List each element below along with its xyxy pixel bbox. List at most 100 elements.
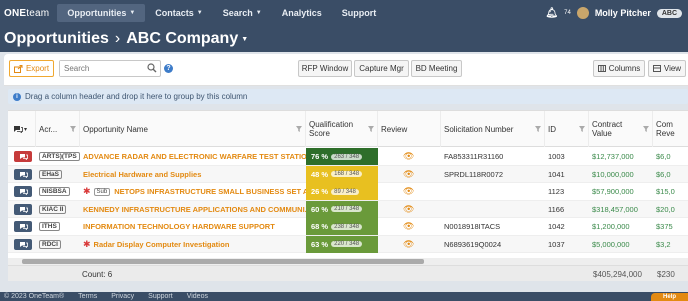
scrollbar-thumb[interactable] (22, 259, 424, 264)
avatar[interactable] (576, 7, 589, 19)
filter-icon[interactable] (368, 126, 374, 132)
header-qualification-score[interactable]: Qualification Score (306, 111, 378, 147)
nav-opportunities[interactable]: Opportunities ▼ (57, 4, 146, 22)
notification-count: 74 (564, 10, 571, 16)
comments-button[interactable] (14, 151, 32, 162)
nav-contacts[interactable]: Contacts ▼ (145, 4, 212, 22)
contract-value: $5,000,000 (592, 239, 630, 249)
star-icon: ✱ (83, 238, 91, 249)
privacy-link[interactable]: Privacy (111, 293, 134, 300)
solicitation-number: N0018918ITACS (444, 222, 501, 231)
eye-icon[interactable]: 👁︎ (403, 204, 414, 215)
comments-button[interactable] (14, 221, 32, 232)
table-row[interactable]: ARTS)(TPS ADVANCE RADAR AND ELECTRONIC WA… (8, 148, 688, 166)
grid-toolbar: Export ? RFP Window Capture Mgr BD Meeti… (4, 54, 688, 86)
qualification-score: 76 % 263 / 348 (306, 148, 378, 165)
help-button[interactable]: Help (651, 293, 688, 301)
app-logo[interactable]: ONEteam (4, 8, 49, 19)
acronym-tag: ITHS (39, 222, 60, 231)
contract-value: $12,737,000 (592, 152, 634, 161)
header-contract-value[interactable]: Contract Value (589, 111, 653, 147)
nav-analytics[interactable]: Analytics (272, 4, 332, 22)
qualification-score: 63 % 220 / 348 (306, 235, 378, 253)
grid-header: ▾ Acr... Opportunity Name Qualification … (8, 111, 688, 147)
opportunity-link[interactable]: ADVANCE RADAR AND ELECTRONIC WARFARE TES… (83, 152, 306, 161)
search-input[interactable] (60, 61, 142, 76)
columns-button[interactable]: Columns (593, 60, 645, 77)
table-row[interactable]: ITHS INFORMATION TECHNOLOGY HARDWARE SUPP… (8, 218, 688, 236)
terms-link[interactable]: Terms (78, 293, 97, 300)
table-row[interactable]: NISBSA ✱ Sub NETOPS INFRASTRUCTURE SMALL BU… (8, 183, 688, 201)
company-selector[interactable]: ABC Company (126, 30, 238, 48)
view-button[interactable]: View (648, 60, 686, 77)
export-icon (13, 64, 23, 73)
filter-icon[interactable] (579, 126, 585, 132)
chevron-down-icon[interactable]: ▼ (241, 36, 248, 43)
nav-support[interactable]: Support (332, 4, 387, 22)
qualification-score: 26 % 89 / 348 (306, 183, 378, 200)
group-drop-zone[interactable]: i Drag a column header and drop it here … (8, 89, 688, 104)
company-revenue: $375 (656, 222, 673, 231)
header-opportunity-name[interactable]: Opportunity Name (80, 111, 306, 147)
header-solicitation-number[interactable]: Solicitation Number (441, 111, 545, 147)
breadcrumb-separator: › (114, 30, 121, 47)
table-row[interactable]: RDCI ✱ Radar Display Computer Investigatio… (8, 235, 688, 253)
support-link[interactable]: Support (148, 293, 173, 300)
videos-link[interactable]: Videos (187, 293, 208, 300)
copyright: © 2023 OneTeam® (4, 293, 65, 300)
header-review[interactable]: Review (378, 111, 441, 147)
company-revenue: $3,2 (656, 239, 671, 249)
header-id[interactable]: ID (545, 111, 589, 147)
table-row[interactable]: KIAC II KENNEDY INFRASTRUCTURE APPLICATIO… (8, 200, 688, 218)
solicitation-number: SPRDL118R0072 (444, 169, 504, 179)
opportunity-link[interactable]: KENNEDY INFRASTRUCTURE APPLICATIONS AND … (83, 205, 306, 214)
rfp-window-button[interactable]: RFP Window (298, 60, 352, 77)
opportunity-id: 1123 (548, 187, 565, 196)
org-badge[interactable]: ABC (656, 8, 682, 18)
columns-icon (597, 65, 606, 72)
eye-icon[interactable]: 👁︎ (403, 186, 414, 197)
opportunity-link[interactable]: INFORMATION TECHNOLOGY HARDWARE SUPPORT (83, 222, 275, 231)
header-company-revenue[interactable]: Com Reve (653, 111, 688, 147)
bell-icon[interactable]: 🔔︎ (545, 8, 558, 19)
chat-icon (19, 171, 28, 178)
solicitation-number: N6893619Q0024 (444, 239, 502, 249)
table-row[interactable]: EHaS Electrical Hardware and Supplies 48 %… (8, 165, 688, 183)
group-hint-text: Drag a column header and drop it here to… (25, 92, 248, 101)
filter-icon[interactable] (70, 126, 76, 132)
horizontal-scrollbar[interactable] (8, 258, 688, 265)
filter-icon[interactable] (643, 126, 649, 132)
nav-search[interactable]: Search ▼ (213, 4, 272, 22)
opportunity-link[interactable]: Radar Display Computer Investigation (94, 240, 230, 249)
export-button[interactable]: Export (9, 60, 54, 77)
company-revenue: $15,0 (656, 187, 675, 196)
capture-mgr-button[interactable]: Capture Mgr (354, 60, 409, 77)
help-icon[interactable]: ? (164, 64, 173, 73)
comments-button[interactable] (14, 186, 32, 197)
qualification-score: 48 % 168 / 348 (306, 165, 378, 183)
opportunity-link[interactable]: NETOPS INFRASTRUCTURE SMALL BUSINESS SET… (114, 187, 306, 196)
user-name[interactable]: Molly Pitcher (595, 8, 651, 18)
opportunity-id: 1166 (548, 204, 565, 214)
opportunity-link[interactable]: Electrical Hardware and Supplies (83, 170, 201, 179)
eye-icon[interactable]: 👁︎ (403, 221, 414, 232)
header-acronym[interactable]: Acr... (36, 111, 80, 147)
search-icon[interactable] (147, 63, 157, 73)
eye-icon[interactable]: 👁︎ (403, 239, 414, 250)
chevron-down-icon: ▼ (255, 10, 262, 16)
company-revenue: $6,0 (656, 152, 671, 161)
opportunity-id: 1042 (548, 222, 565, 231)
eye-icon[interactable]: 👁︎ (403, 151, 414, 162)
sort-icon[interactable]: ▾ (24, 126, 27, 133)
comments-button[interactable] (14, 168, 32, 180)
breadcrumb-opportunities[interactable]: Opportunities (4, 30, 109, 48)
contract-value: $10,000,000 (592, 169, 634, 179)
comments-button[interactable] (14, 203, 32, 215)
bd-meeting-button[interactable]: BD Meeting (411, 60, 462, 77)
star-icon: ✱ (83, 186, 91, 196)
filter-icon[interactable] (296, 126, 302, 132)
filter-icon[interactable] (535, 126, 541, 132)
chat-column-header[interactable]: ▾ (8, 111, 36, 147)
comments-button[interactable] (14, 238, 32, 250)
eye-icon[interactable]: 👁︎ (403, 169, 414, 180)
